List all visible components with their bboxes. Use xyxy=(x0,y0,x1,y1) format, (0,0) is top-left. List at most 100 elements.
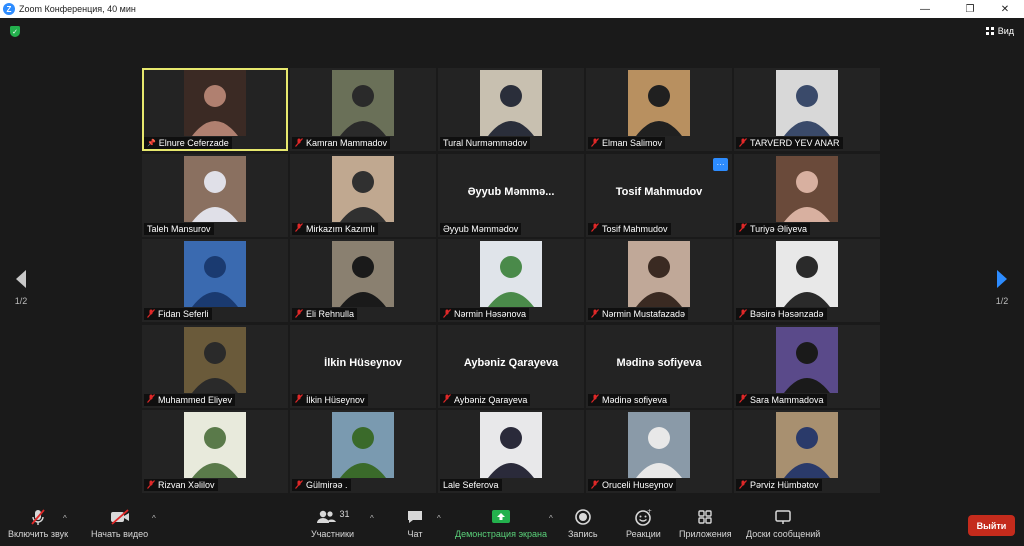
participant-tile[interactable]: Nərmin Mustafazadə xyxy=(586,239,732,322)
participant-tile[interactable]: Elman Salimov xyxy=(586,68,732,151)
participant-tile[interactable]: Bəsirə Həsənzadə xyxy=(734,239,880,322)
participants-button[interactable]: 31 Участники xyxy=(311,508,354,539)
participant-tile[interactable]: Muhammed Eliyev xyxy=(142,324,288,408)
muted-mic-icon xyxy=(295,394,303,405)
muted-mic-icon xyxy=(443,394,451,405)
participant-tile[interactable]: Aybəniz Qarayeva Aybəniz Qarayeva xyxy=(438,324,584,408)
start-video-button[interactable]: Начать видео xyxy=(91,508,148,539)
participant-tile[interactable]: Sara Mammadova xyxy=(734,324,880,408)
encryption-shield-icon[interactable]: ✓ xyxy=(10,26,20,37)
participant-tile[interactable]: Rizvan Xəlilov xyxy=(142,410,288,493)
participant-video xyxy=(332,241,394,307)
participant-video xyxy=(480,241,542,307)
participant-name: Pərviz Hümbətov xyxy=(750,480,819,490)
participant-video xyxy=(184,412,246,478)
participant-tile[interactable]: Eli Rehnulla xyxy=(290,239,436,322)
apps-button[interactable]: Приложения xyxy=(679,508,732,539)
participant-name-label: Lale Seferova xyxy=(440,479,502,491)
participant-tile[interactable]: Nərmin Həsənova xyxy=(438,239,584,322)
window-title-bar: Z Zoom Конференция, 40 мин — ❐ ✕ xyxy=(0,0,1024,18)
participant-video xyxy=(184,70,246,136)
apps-icon xyxy=(696,508,714,526)
participant-name: Əyyub Məmmədov xyxy=(443,223,519,234)
record-button[interactable]: Запись xyxy=(568,508,598,539)
participant-name-label: TARVERD YEV ANAR xyxy=(736,137,843,149)
video-off-icon xyxy=(109,508,131,526)
participant-tile[interactable]: İlkin Hüseynov İlkin Hüseynov xyxy=(290,324,436,408)
view-button[interactable]: Вид xyxy=(985,26,1014,36)
participant-name: TARVERD YEV ANAR xyxy=(750,138,840,148)
close-window-button[interactable]: ✕ xyxy=(990,0,1020,18)
participant-tile[interactable]: 📌 Elnure Ceferzade xyxy=(142,68,288,151)
participant-gallery: 📌 Elnure Ceferzade Kamran Mammadov Tural Nu… xyxy=(142,68,882,493)
participant-tile[interactable]: Fidan Seferli xyxy=(142,239,288,322)
more-options-button[interactable]: ··· xyxy=(713,157,728,171)
participant-name-label: Eli Rehnulla xyxy=(292,308,358,320)
participant-tile[interactable]: TARVERD YEV ANAR xyxy=(734,68,880,151)
participant-video xyxy=(184,326,246,393)
participant-video xyxy=(480,70,542,136)
participant-tile[interactable]: Tural Nurməmmədov xyxy=(438,68,584,151)
audio-options-caret[interactable]: ^ xyxy=(63,514,67,523)
muted-mic-icon xyxy=(739,137,747,149)
participant-tile[interactable]: Gülmirəə . xyxy=(290,410,436,493)
participant-name-label: Turiyə Əliyeva xyxy=(736,222,810,235)
participant-name: Muhammed Eliyev xyxy=(158,394,233,405)
participant-name-label: Rizvan Xəlilov xyxy=(144,479,218,491)
participant-name: Mirkazım Kazımlı xyxy=(306,223,376,234)
participant-video xyxy=(776,326,838,393)
participant-tile[interactable]: Tosif Mahmudov ··· Tosif Mahmudov xyxy=(586,153,732,237)
video-options-caret[interactable]: ^ xyxy=(152,514,156,523)
chat-options-caret[interactable]: ^ xyxy=(437,514,441,523)
whiteboards-button[interactable]: Доски сообщений xyxy=(746,508,820,539)
participant-video xyxy=(628,241,690,307)
participant-display-name: Aybəniz Qarayeva xyxy=(463,356,559,369)
participant-name: Turiyə Əliyeva xyxy=(750,223,807,234)
participant-tile[interactable]: Lale Seferova xyxy=(438,410,584,493)
participants-options-caret[interactable]: ^ xyxy=(370,514,374,523)
muted-mic-icon xyxy=(147,479,155,491)
participant-tile[interactable]: Kamran Mammadov xyxy=(290,68,436,151)
svg-text:+: + xyxy=(647,508,652,515)
participant-tile[interactable]: Taleh Mansurov xyxy=(142,153,288,237)
participant-tile[interactable]: Mədinə sofiyeva Mədinə sofiyeva xyxy=(586,324,732,408)
previous-page-button[interactable]: 1/2 xyxy=(9,270,33,306)
minimize-button[interactable]: — xyxy=(910,0,940,18)
muted-mic-icon xyxy=(591,394,599,405)
participant-name: İlkin Hüseynov xyxy=(306,394,365,405)
participant-video xyxy=(332,155,394,222)
share-options-caret[interactable]: ^ xyxy=(549,514,553,523)
muted-mic-icon xyxy=(739,308,747,320)
participant-tile[interactable]: Əyyub Məmmə... Əyyub Məmmədov xyxy=(438,153,584,237)
reactions-button[interactable]: + Реакции xyxy=(626,508,661,539)
muted-mic-icon xyxy=(295,223,303,234)
participant-tile[interactable]: Oruceli Huseynov xyxy=(586,410,732,493)
muted-microphone-icon xyxy=(29,508,47,526)
participant-video xyxy=(776,70,838,136)
participant-name-label: Mədinə sofiyeva xyxy=(588,393,671,406)
participant-name: Nərmin Həsənova xyxy=(454,309,527,319)
muted-mic-icon xyxy=(739,223,747,234)
participant-tile[interactable]: Mirkazım Kazımlı xyxy=(290,153,436,237)
chat-button[interactable]: Чат xyxy=(406,508,424,539)
participant-video xyxy=(628,412,690,478)
participant-tile[interactable]: Turiyə Əliyeva xyxy=(734,153,880,237)
participant-video xyxy=(776,155,838,222)
share-screen-button[interactable]: Демонстрация экрана xyxy=(455,508,547,539)
meeting-toolbar: Включить звук ^ Начать видео ^ 31 Участн… xyxy=(0,502,1024,546)
muted-mic-icon xyxy=(591,308,599,320)
leave-meeting-button[interactable]: Выйти xyxy=(968,515,1015,536)
meeting-top-bar: ✓ Вид xyxy=(0,18,1024,44)
page-indicator-left: 1/2 xyxy=(14,296,28,306)
participant-display-name: Əyyub Məmmə... xyxy=(467,185,555,198)
muted-mic-icon xyxy=(739,479,747,491)
unmute-label: Включить звук xyxy=(8,529,69,539)
next-page-button[interactable]: 1/2 xyxy=(990,270,1014,306)
apps-label: Приложения xyxy=(679,529,732,539)
participant-name-label: Fidan Seferli xyxy=(144,308,212,320)
participant-tile[interactable]: Pərviz Hümbətov xyxy=(734,410,880,493)
unmute-button[interactable]: Включить звук xyxy=(8,508,68,539)
participant-video xyxy=(332,412,394,478)
restore-button[interactable]: ❐ xyxy=(955,0,985,18)
window-title: Zoom Конференция, 40 мин xyxy=(19,4,136,14)
